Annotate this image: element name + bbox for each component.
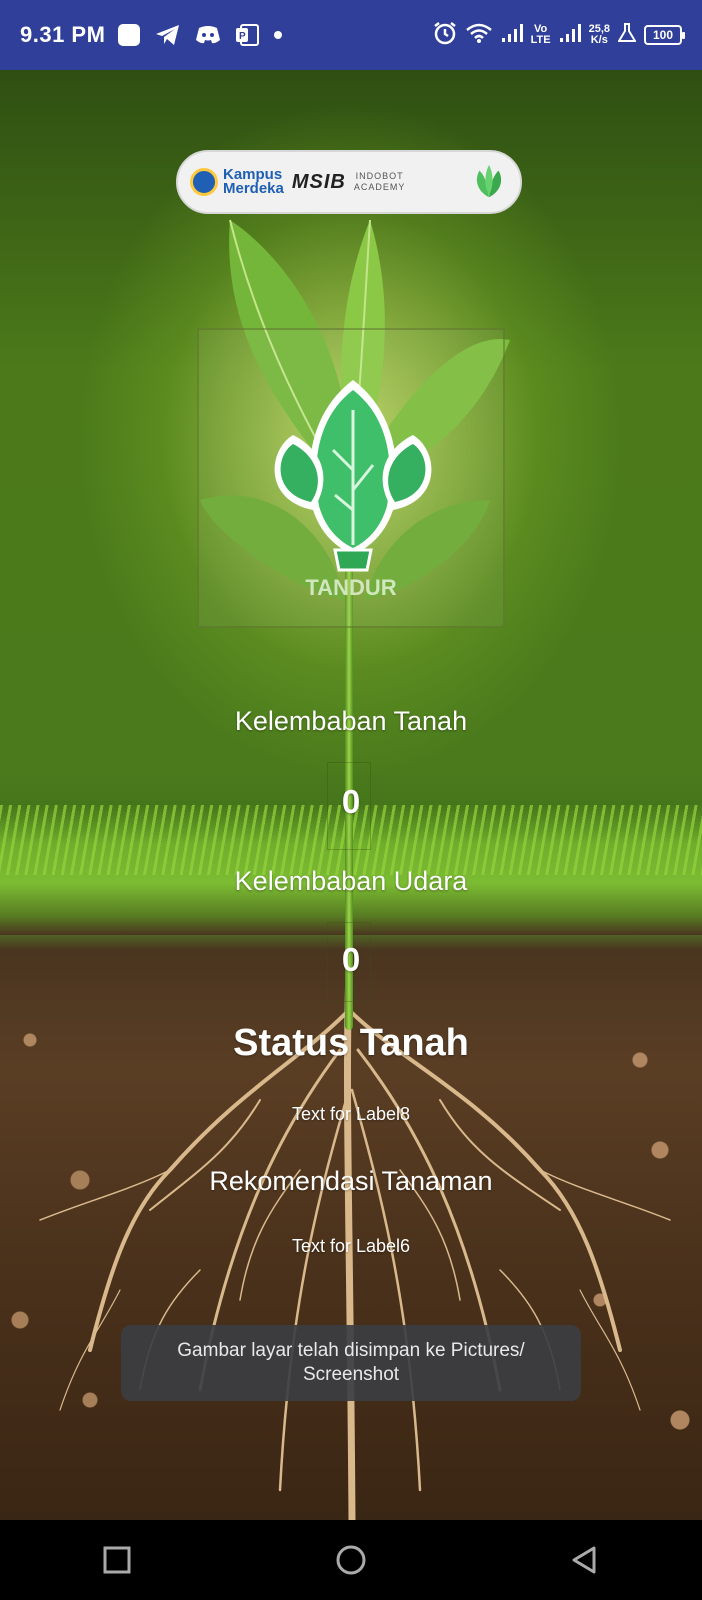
battery-icon: 100 <box>644 25 685 45</box>
indobot-academy-logo: INDOBOT ACADEMY <box>353 171 406 192</box>
soil-status-value: Text for Label8 <box>291 1104 411 1124</box>
soil-moisture-value: 0 <box>341 783 361 820</box>
alarm-icon <box>433 21 457 50</box>
recents-square-icon <box>103 1546 131 1574</box>
tandur-leaf-logo-icon <box>274 380 432 572</box>
app-logo-box: TANDUR <box>197 328 505 628</box>
kampus-merdeka-line2: Merdeka <box>223 180 284 197</box>
soil-moisture-label: Kelembaban Tanah <box>234 706 468 736</box>
wifi-icon <box>465 22 493 49</box>
air-humidity-value: 0 <box>341 941 361 978</box>
lab-icon <box>617 22 637 48</box>
navigation-bar <box>0 1520 702 1600</box>
air-humidity-label: Kelembaban Udara <box>234 866 468 896</box>
status-bar: 9.31 PM P Vo LTE 25,8 K/s 100 <box>0 0 702 70</box>
home-circle-icon <box>336 1545 366 1575</box>
kampus-merdeka-logo: Kampus Merdeka <box>190 167 284 197</box>
plant-recommendation-label: Rekomendasi Tanaman <box>209 1166 493 1196</box>
powerpoint-icon: P <box>235 24 260 46</box>
network-speed: 25,8 K/s <box>588 23 610 46</box>
plant-recommendation-value: Text for Label6 <box>291 1236 411 1256</box>
app-screen: Kampus Merdeka MSIB INDOBOT ACADEMY TAND… <box>0 70 702 1520</box>
dot-icon <box>273 30 283 40</box>
signal-icon <box>559 23 581 48</box>
volte-indicator: Vo LTE <box>530 23 551 46</box>
telegram-icon <box>155 24 181 46</box>
kampus-merdeka-badge-icon <box>190 168 218 196</box>
signal-icon <box>501 23 523 48</box>
partner-logos-banner: Kampus Merdeka MSIB INDOBOT ACADEMY <box>176 150 522 214</box>
leaf-logo-icon <box>476 164 502 198</box>
status-time: 9.31 PM <box>20 22 106 47</box>
back-button[interactable] <box>555 1530 615 1590</box>
home-button[interactable] <box>321 1530 381 1590</box>
screenshot-saved-toast: Gambar layar telah disimpan ke Pictures/… <box>121 1325 581 1401</box>
discord-icon <box>195 25 221 45</box>
soil-status-label: Status Tanah <box>233 1022 469 1064</box>
notification-square-icon <box>117 23 141 47</box>
recents-button[interactable] <box>87 1530 147 1590</box>
msib-logo: MSIB <box>291 170 346 193</box>
app-logo-label: TANDUR <box>305 575 397 600</box>
svg-text:P: P <box>239 31 246 42</box>
back-triangle-icon <box>572 1546 596 1574</box>
